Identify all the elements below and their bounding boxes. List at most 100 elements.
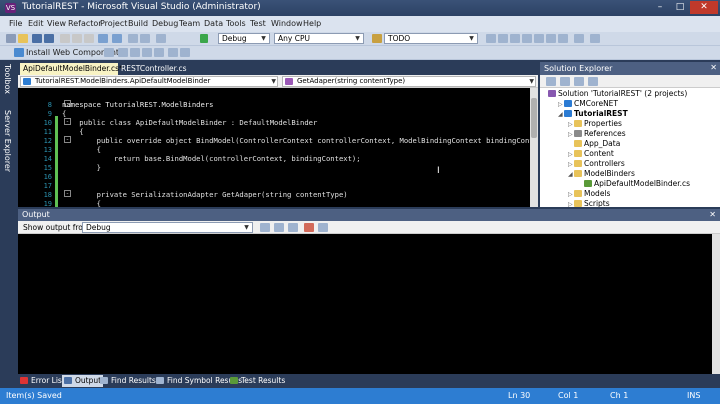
start-page-icon[interactable] [546,34,556,43]
open-file-icon[interactable] [18,34,28,43]
refresh-icon[interactable] [574,77,584,86]
tree-node-project[interactable]: ◢ TutorialREST [558,109,628,118]
tree-node-project[interactable]: ▷ CMCoreNET [558,99,618,108]
redo-icon[interactable] [112,34,122,43]
solution-configuration-select[interactable]: Debug ▼ [218,33,270,44]
next-bookmark-icon[interactable] [180,48,190,57]
nav-combo-icon[interactable] [156,34,166,43]
next-message-icon[interactable] [288,223,298,232]
tree-node-folder[interactable]: ▷ Models [568,189,610,198]
toolbox-tab[interactable]: Toolbox [3,64,12,94]
word-wrap-icon[interactable] [318,223,328,232]
tab-apidefaultmodelbinder[interactable]: ApiDefaultModelBinder.cs* [20,63,123,75]
new-project-icon[interactable] [6,34,16,43]
member-dropdown[interactable]: GetAdaper(string contentType) ▼ [282,76,536,87]
extension-manager-icon[interactable] [558,34,568,43]
tree-node-file[interactable]: ApiDefaultModelBinder.cs [584,179,690,188]
tab-test-results[interactable]: Test Results [230,375,285,387]
change-tracking-bar [55,116,58,207]
menu-test[interactable]: Test [250,19,266,28]
tree-node-label: Solution 'TutorialREST' (2 projects) [558,89,688,98]
output-source-select[interactable]: Debug ▼ [82,222,253,233]
project-icon [564,100,572,107]
start-debug-icon[interactable] [200,34,208,43]
find-icon[interactable] [372,34,382,43]
indent-icon[interactable] [142,48,152,57]
server-explorer-tab[interactable]: Server Explorer [3,110,12,172]
folder-icon [574,120,582,127]
tree-node-references[interactable]: ▷ References [568,129,626,138]
view-class-diagram-icon[interactable] [588,77,598,86]
web-components-icon[interactable] [14,48,24,57]
web-toolbar-icon[interactable] [104,48,114,57]
menu-build[interactable]: Build [128,19,148,28]
solution-explorer-icon[interactable] [498,34,508,43]
go-to-line-icon[interactable] [260,223,270,232]
tree-node-folder[interactable]: ▷ Controllers [568,159,625,168]
properties-icon[interactable] [546,77,556,86]
show-all-files-icon[interactable] [560,77,570,86]
save-icon[interactable] [32,34,42,43]
web-toolbar: Install Web Components [0,46,720,60]
menu-team[interactable]: Team [179,19,200,28]
code-text: namespace TutorialREST.ModelBinders [62,100,214,109]
clear-all-icon[interactable] [304,223,314,232]
menu-edit[interactable]: Edit [28,19,44,28]
menu-refactor[interactable]: Refactor [68,19,102,28]
properties-icon[interactable] [510,34,520,43]
close-button[interactable]: ✕ [690,1,718,14]
output-vertical-scrollbar[interactable] [712,234,720,374]
tab-error-list[interactable]: Error List [20,375,65,387]
output-text-area[interactable] [18,234,712,374]
menu-debug[interactable]: Debug [152,19,178,28]
cut-icon[interactable] [60,34,70,43]
navigate-forward-icon[interactable] [140,34,150,43]
bookmark-icon[interactable] [168,48,178,57]
save-all-icon[interactable] [44,34,54,43]
menu-project[interactable]: Project [100,19,127,28]
code-editor[interactable]: - - - - 8 namespace TutorialREST.ModelBi… [18,88,530,207]
solution-configuration-value: Debug [222,34,247,43]
other-windows-icon[interactable] [574,34,584,43]
menu-data[interactable]: Data [204,19,223,28]
visual-studio-icon: VS [5,3,16,13]
copy-icon[interactable] [72,34,82,43]
menu-tools[interactable]: Tools [226,19,246,28]
scrollbar-thumb[interactable] [531,98,537,138]
editor-vertical-scrollbar[interactable] [530,88,538,207]
menu-help[interactable]: Help [303,19,321,28]
tree-node-folder[interactable]: ▷ Content [568,149,614,158]
tree-node-folder[interactable]: ◢ ModelBinders [568,169,635,178]
tab-find-results-1[interactable]: Find Results 1 [100,375,163,387]
tab-output[interactable]: Output [62,375,104,387]
menu-view[interactable]: View [47,19,66,28]
standard-toolbar: Debug ▼ Any CPU ▼ TODO ▼ [0,32,720,46]
uncomment-icon[interactable] [130,48,140,57]
close-icon[interactable]: ✕ [709,210,716,219]
tree-node-solution[interactable]: Solution 'TutorialREST' (2 projects) [548,89,687,98]
toolbox-icon[interactable] [534,34,544,43]
maximize-button[interactable]: □ [670,1,690,14]
minimize-button[interactable]: – [650,1,670,14]
find-combo[interactable]: TODO ▼ [384,33,478,44]
close-icon[interactable]: ✕ [710,63,717,72]
paste-icon[interactable] [84,34,94,43]
tree-node-folder[interactable]: ▷ Scripts [568,199,610,207]
tree-node-folder[interactable]: ▷ Properties [568,119,622,128]
outdent-icon[interactable] [154,48,164,57]
solution-platform-select[interactable]: Any CPU ▼ [274,33,364,44]
navigate-back-icon[interactable] [128,34,138,43]
tree-node-folder[interactable]: App_Data [568,139,620,148]
tab-restcontroller[interactable]: RESTController.cs [118,63,188,75]
undo-icon[interactable] [98,34,108,43]
object-browser-icon[interactable] [522,34,532,43]
type-dropdown[interactable]: TutorialREST.ModelBinders.ApiDefaultMode… [20,76,278,87]
left-dock-strip: Toolbox Server Explorer [0,60,18,374]
menu-file[interactable]: File [9,19,22,28]
toolbar-options-icon[interactable] [590,34,600,43]
previous-message-icon[interactable] [274,223,284,232]
comment-icon[interactable] [118,48,128,57]
menu-window[interactable]: Window [271,19,303,28]
tree-node-label: TutorialREST [574,109,628,118]
find-in-files-icon[interactable] [486,34,496,43]
